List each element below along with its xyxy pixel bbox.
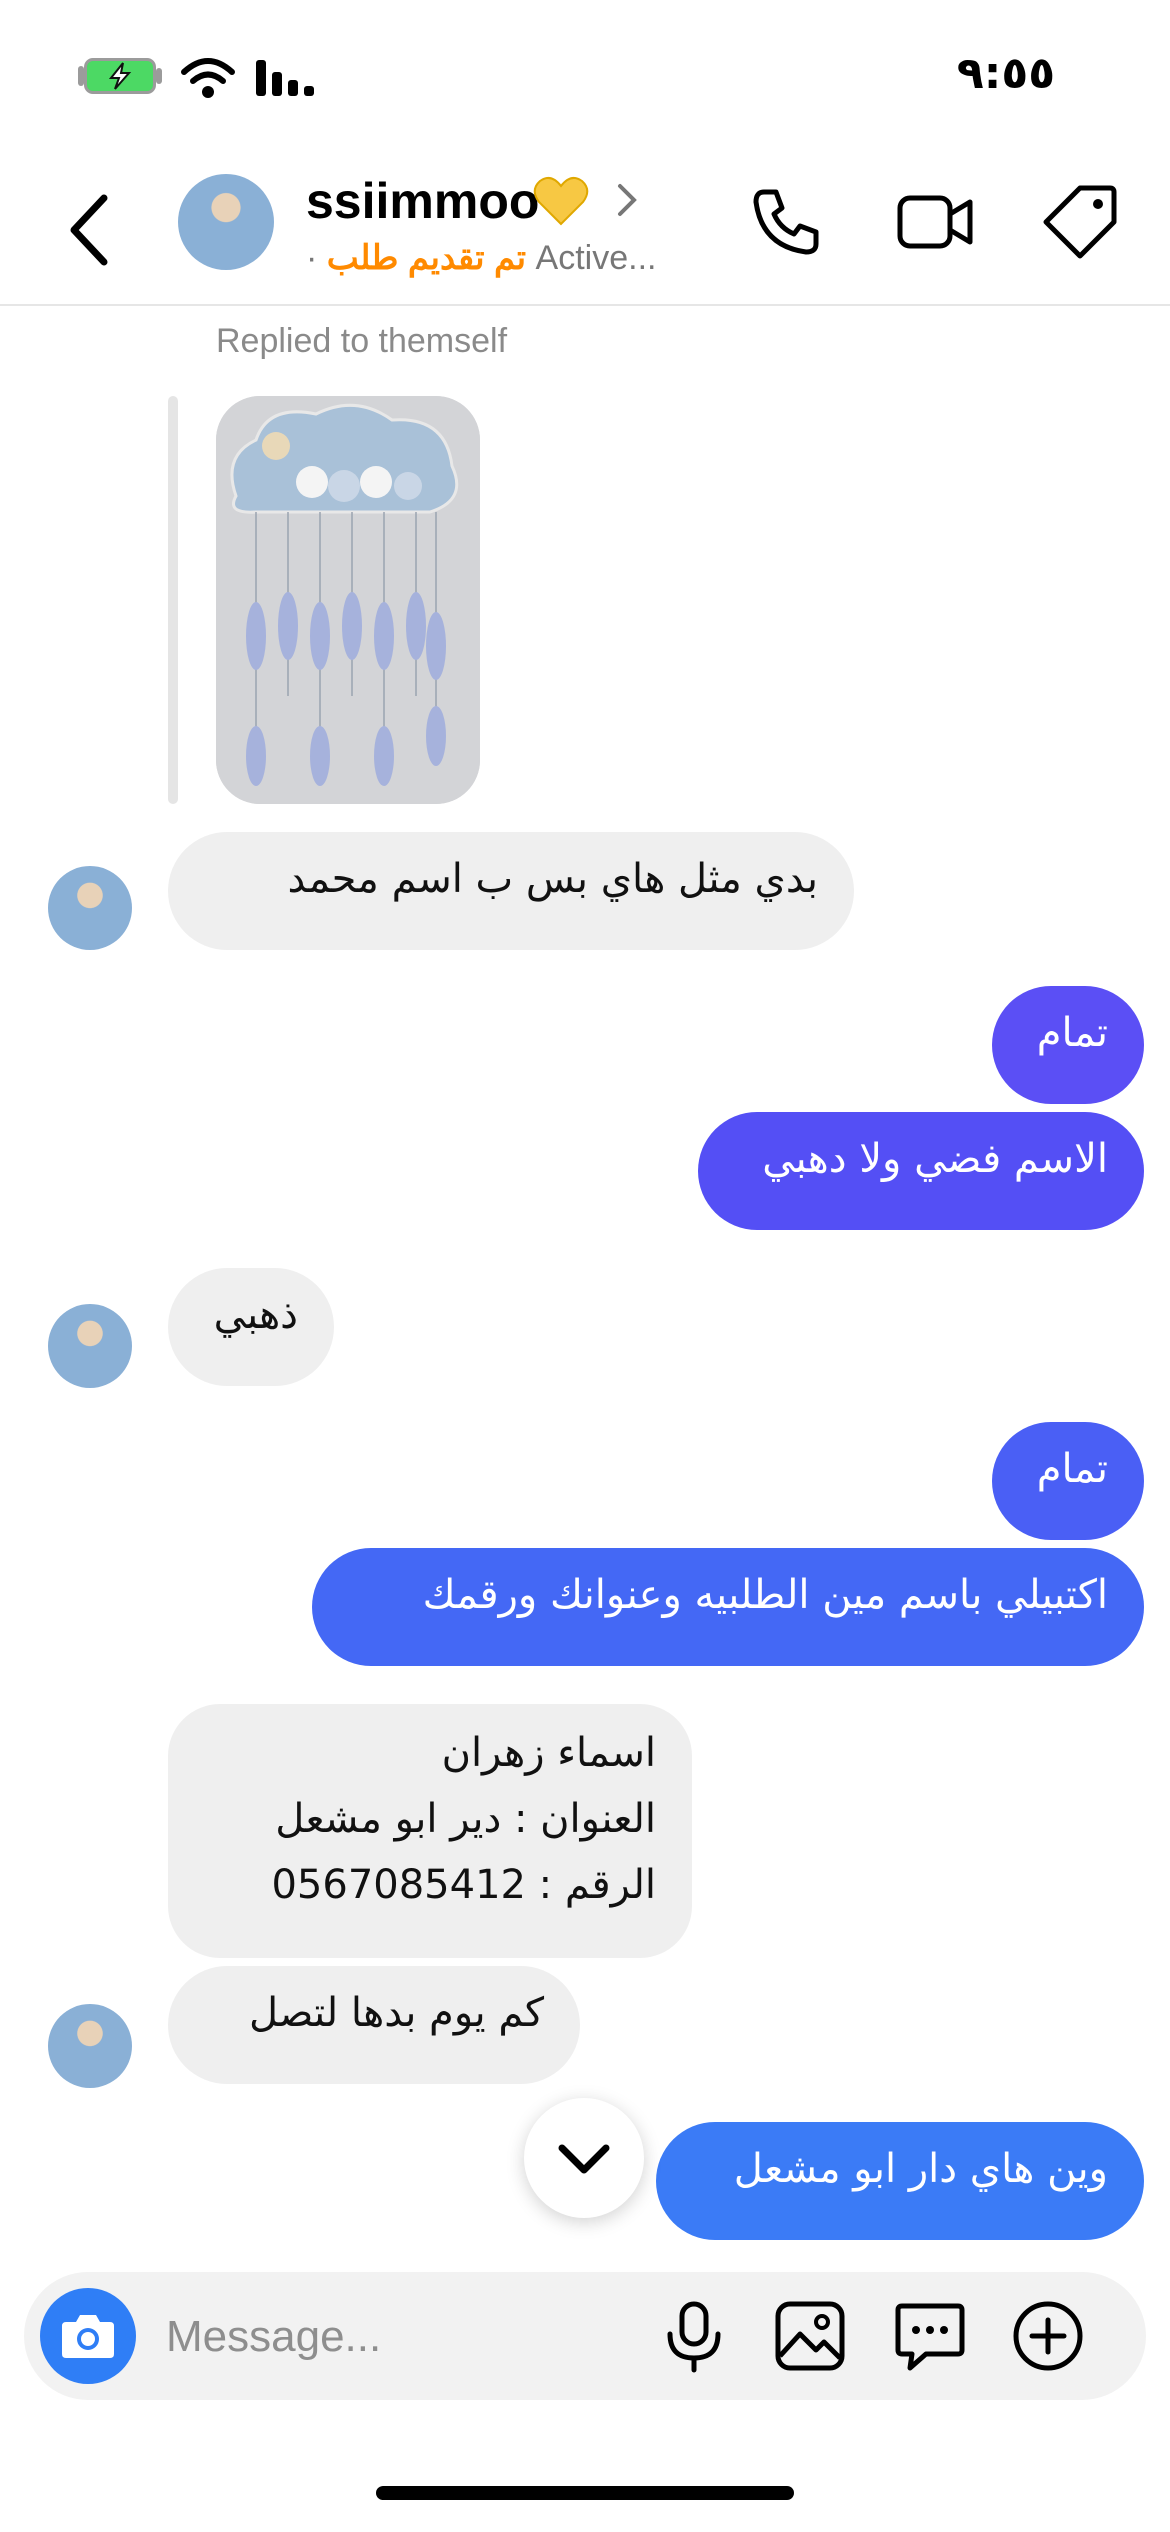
message-incoming[interactable]: كم يوم بدها لتصل	[168, 1966, 580, 2084]
shared-photo[interactable]	[216, 396, 480, 804]
back-icon[interactable]	[60, 190, 120, 270]
reply-indicator-line	[168, 396, 178, 804]
sender-avatar[interactable]	[48, 1304, 132, 1388]
chevron-right-icon[interactable]	[612, 180, 642, 220]
scroll-to-bottom-button[interactable]	[524, 2098, 644, 2218]
phone-icon[interactable]	[746, 182, 826, 262]
sticker-chat-icon[interactable]	[890, 2296, 970, 2376]
active-status: Active...	[535, 239, 657, 277]
wifi-icon	[181, 58, 235, 98]
message-outgoing[interactable]: وين هاي دار ابو مشعل	[656, 2122, 1144, 2240]
video-call-icon[interactable]	[896, 182, 976, 262]
yellow-heart-icon	[533, 176, 589, 226]
message-line: اسماء زهران	[441, 1730, 656, 1776]
message-outgoing[interactable]: تمام	[992, 1422, 1144, 1540]
message-outgoing[interactable]: تمام	[992, 986, 1144, 1104]
subtitle-separator: ·	[306, 239, 327, 277]
sender-avatar[interactable]	[48, 2004, 132, 2088]
message-outgoing[interactable]: الاسم فضي ولا دهبي	[698, 1112, 1144, 1230]
message-outgoing[interactable]: اكتبيلي باسم مين الطلبيه وعنوانك ورقمك	[312, 1548, 1144, 1666]
add-icon[interactable]	[1008, 2296, 1088, 2376]
message-incoming-multiline[interactable]: اسماء زهران العنوان : دير ابو مشعل الرقم…	[168, 1704, 692, 1958]
battery-tip	[156, 68, 162, 84]
status-time: ٩:٥٥	[956, 48, 1056, 99]
order-status: تم تقديم طلب	[326, 239, 527, 277]
header-subtitle: · تم تقديم طلب Active...	[306, 238, 656, 278]
message-incoming[interactable]: بدي مثل هاي بس ب اسم محمد	[168, 832, 854, 950]
dreamcatcher-image	[216, 396, 480, 804]
message-composer	[24, 2272, 1146, 2400]
chevron-down-icon	[558, 2144, 610, 2174]
message-input[interactable]	[164, 2298, 548, 2376]
chat-header: ssiimmoo · تم تقديم طلب Active...	[0, 150, 1170, 306]
tag-icon[interactable]	[1040, 182, 1120, 262]
sender-avatar[interactable]	[48, 866, 132, 950]
camera-icon	[62, 2315, 114, 2358]
avatar[interactable]	[178, 174, 274, 270]
gallery-icon[interactable]	[770, 2296, 850, 2376]
username[interactable]: ssiimmoo	[306, 172, 539, 230]
microphone-icon[interactable]	[654, 2296, 734, 2376]
home-indicator	[376, 2486, 794, 2500]
replied-label: Replied to themself	[216, 322, 508, 360]
signal-icon	[256, 60, 314, 96]
message-line: الرقم : 0567085412	[271, 1862, 656, 1908]
camera-button[interactable]	[40, 2288, 136, 2384]
message-incoming[interactable]: ذهبي	[168, 1268, 334, 1386]
battery-icon	[84, 58, 156, 94]
message-line: العنوان : دير ابو مشعل	[275, 1796, 656, 1842]
